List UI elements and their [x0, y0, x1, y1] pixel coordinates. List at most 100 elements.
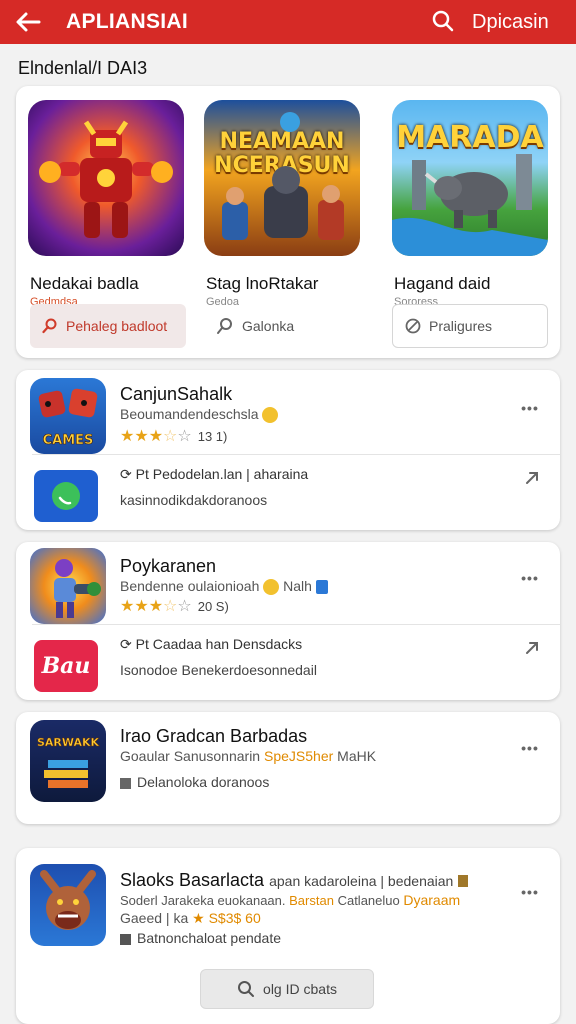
app-icon[interactable] [30, 548, 106, 624]
featured-button-1[interactable]: Pehaleg badloot [30, 304, 186, 348]
app-name-after: apan kadaroleina | bedenaian [269, 873, 454, 889]
rhino-illustration [392, 154, 548, 256]
app-icon-text: SARWAKK [37, 736, 100, 749]
app-rating: ★★★☆☆ 20 S) [120, 596, 229, 616]
section-title: Elndenlal/I DAI3 [18, 58, 148, 78]
wolf-character-icon [40, 870, 96, 930]
app-icon[interactable]: CAMES [30, 378, 106, 454]
app-sub-line-text: Pt Caadaa han Densdacks [135, 636, 303, 652]
app-desc-highlight: SpeJS5her [264, 748, 334, 764]
search-icon [217, 318, 232, 334]
rating-stars-filled: ★★★ [120, 428, 164, 445]
app-desc-text: Bendenne oulaionioah [120, 578, 260, 594]
app-desc-after: Catlaneluo [337, 893, 400, 908]
featured-item[interactable]: MARADA Hagand daid Sororess [392, 100, 548, 308]
app-desc: Bendenne oulaionioah Nalh [120, 578, 328, 596]
app-sub-line-2: Isonodoe Benekerdoesonnedail [120, 662, 317, 678]
smile-emoji-icon [263, 579, 280, 596]
app-desc-highlight: Barstan [289, 893, 334, 908]
rating-star-half: ☆ [163, 428, 178, 445]
featured-button-label: Pehaleg badloot [66, 318, 168, 334]
app-desc: Goaular Sanusonnarin SpeJS5her MaHK [120, 748, 376, 764]
smile-emoji-icon [262, 407, 279, 424]
page-title: APLIANSIAI [66, 10, 189, 33]
app-name: CanjunSahalk [120, 384, 233, 404]
featured-button-3[interactable]: Praligures [392, 304, 548, 348]
featured-image-marada[interactable]: MARADA [392, 100, 548, 256]
app-sub-line: Delanoloka doranoos [120, 774, 269, 790]
app-desc-text: Goaular Sanusonnarin [120, 748, 261, 764]
featured-button-2[interactable]: Galonka [204, 304, 360, 348]
app-name-text: Slaoks Basarlacta [120, 870, 265, 890]
update-icon [120, 933, 131, 945]
app-card[interactable]: Poykaranen Bendenne oulaionioah Nalh ★★★… [16, 542, 560, 700]
app-desc-highlight-2: Dyaraam [403, 892, 461, 908]
link-icon: ⟳ [120, 466, 136, 482]
app-desc-line-2-text: Gaeed | ka [120, 910, 189, 926]
app-rating-highlight: ★ S$3$ 60 [192, 910, 261, 926]
app-desc: Soderl Jarakeka euokanaan. Barstan Catla… [120, 892, 460, 908]
top-app-bar: APLIANSIAI Dpicasin [0, 0, 576, 44]
book-stack-icon: SARWAKK [37, 736, 100, 788]
featured-image-hero[interactable] [28, 100, 184, 256]
app-icon[interactable] [30, 864, 106, 946]
app-desc: Beoumandendeschsla [120, 406, 279, 424]
more-options-icon[interactable]: ••• [518, 568, 542, 588]
search-icon [432, 10, 454, 32]
rating-star-half: ☆ [163, 598, 178, 615]
squad-illustration [222, 112, 344, 240]
app-desc-text: Beoumandendeschsla [120, 406, 259, 422]
app-card[interactable]: SARWAKK Irao Gradcan Barbadas Goaular Sa… [16, 712, 560, 824]
load-more-button[interactable]: olg ID cbats [200, 969, 374, 1009]
more-options-icon[interactable]: ••• [518, 882, 542, 902]
expand-arrow-icon[interactable] [522, 638, 542, 658]
search-button[interactable] [428, 4, 458, 38]
featured-item[interactable]: Nedakai badla Gedmdsa [28, 100, 184, 308]
back-button[interactable] [8, 0, 48, 44]
featured-button-label: Praligures [429, 318, 493, 334]
divider [32, 624, 560, 625]
app-desc-text: Soderl Jarakeka euokanaan. [120, 893, 286, 908]
featured-button-label: Galonka [242, 318, 295, 334]
pin-icon [42, 318, 57, 334]
app-desc-after: MaHK [337, 748, 377, 764]
rating-stars-filled: ★★★ [120, 598, 164, 615]
rating-star-empty: ☆ [177, 428, 192, 445]
app-sub-line-2: kasinnodikdakdoranoos [120, 492, 268, 508]
featured-item[interactable]: NEAMAAN NCERASUN Stag lnoRtakar Gedoa [204, 100, 360, 308]
more-options-icon[interactable]: ••• [518, 738, 542, 758]
link-icon: ⟳ [120, 636, 136, 652]
badge-icon [458, 875, 469, 888]
search-icon [238, 981, 255, 997]
robot-hero-illustration [39, 120, 173, 238]
app-sub-line-text: Batnonchaloat pendate [137, 930, 282, 946]
featured-title: Hagand daid [394, 274, 491, 293]
app-name: Poykaranen [120, 556, 217, 576]
brand-icon[interactable]: Bau [34, 640, 98, 692]
app-rating: ★★★☆☆ 13 1) [120, 426, 227, 446]
no-icon [405, 318, 421, 334]
app-sub-line: Batnonchaloat pendate [120, 930, 281, 946]
header-action-link[interactable]: Dpicasin [472, 0, 549, 44]
app-icon-text: CAMES [43, 433, 94, 448]
archive-icon [120, 777, 131, 789]
brand-icon-text: Bau [41, 653, 91, 679]
app-desc-after: Nalh [283, 578, 312, 594]
info-icon [315, 580, 328, 595]
whatsapp-icon[interactable] [34, 470, 98, 522]
more-options-icon[interactable]: ••• [518, 398, 542, 418]
app-icon[interactable]: SARWAKK [30, 720, 106, 802]
app-sub-line-text: Delanoloka doranoos [137, 774, 270, 790]
arrow-left-icon [16, 12, 41, 32]
rating-count: 13 1) [197, 429, 228, 444]
app-desc-line-2: Gaeed | ka ★ S$3$ 60 [120, 910, 261, 927]
rating-star-empty: ☆ [177, 598, 192, 615]
hero-character-icon [54, 559, 101, 618]
featured-image-squad[interactable]: NEAMAAN NCERASUN [204, 100, 360, 256]
expand-arrow-icon[interactable] [522, 468, 542, 488]
divider [32, 454, 560, 455]
app-card[interactable]: CAMES CanjunSahalk Beoumandendeschsla ★★… [16, 370, 560, 530]
games-logo-icon: CAMES [38, 388, 98, 448]
featured-title: Stag lnoRtakar [206, 274, 319, 293]
load-more-label: olg ID cbats [263, 981, 337, 997]
